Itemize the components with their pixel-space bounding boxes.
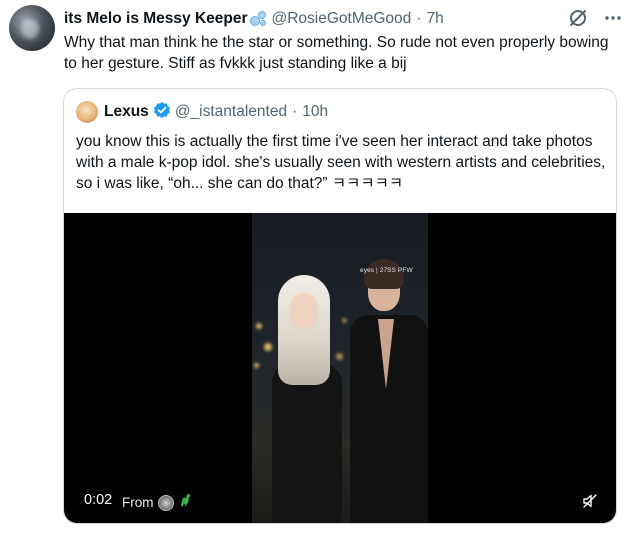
person-right (350, 259, 428, 523)
more-icon[interactable] (604, 9, 622, 27)
quote-timestamp[interactable]: 10h (302, 103, 328, 121)
from-avatar-icon (157, 494, 174, 511)
video-watermark: eyes | 27SS PFW (360, 267, 413, 274)
verified-badge-icon (153, 101, 171, 124)
from-label: From (122, 495, 154, 510)
display-name[interactable]: its Melo is Messy Keeper (64, 10, 248, 28)
tweet-header: its Melo is Messy Keeper @RosieGotMeGood… (64, 8, 444, 30)
bokeh-light (264, 343, 272, 351)
avatar[interactable] (9, 5, 55, 51)
video-from[interactable]: From (122, 492, 194, 513)
mute-icon[interactable] (582, 493, 598, 514)
handle[interactable]: @RosieGotMeGood (272, 10, 412, 28)
video-frame: eyes | 27SS PFW (252, 213, 428, 523)
grok-icon[interactable] (568, 8, 588, 28)
video-timestamp: 0:02 (84, 492, 113, 508)
bokeh-light (254, 363, 259, 368)
tweet-text: Why that man think he the star or someth… (64, 34, 609, 72)
bubbles-emoji-icon (249, 10, 269, 28)
quote-separator: · (292, 103, 298, 120)
video-player[interactable]: eyes | 27SS PFW 0:02 From (64, 213, 616, 523)
bokeh-light (342, 318, 347, 323)
quote-header: Lexus @_istantalented · 10h (76, 101, 328, 123)
quote-text: you know this is actually the first time… (76, 133, 606, 192)
separator: · (416, 10, 422, 27)
tweet-actions (568, 8, 622, 28)
quote-handle[interactable]: @_istantalented (175, 103, 287, 121)
quote-avatar[interactable] (76, 101, 98, 123)
bokeh-light (256, 323, 262, 329)
dinosaur-icon (178, 492, 194, 513)
quote-display-name[interactable]: Lexus (104, 103, 149, 121)
timestamp[interactable]: 7h (426, 10, 443, 28)
tweet[interactable]: its Melo is Messy Keeper @RosieGotMeGood… (0, 0, 640, 534)
quoted-tweet[interactable]: Lexus @_istantalented · 10h you know thi… (63, 88, 617, 524)
person-left (272, 275, 342, 523)
